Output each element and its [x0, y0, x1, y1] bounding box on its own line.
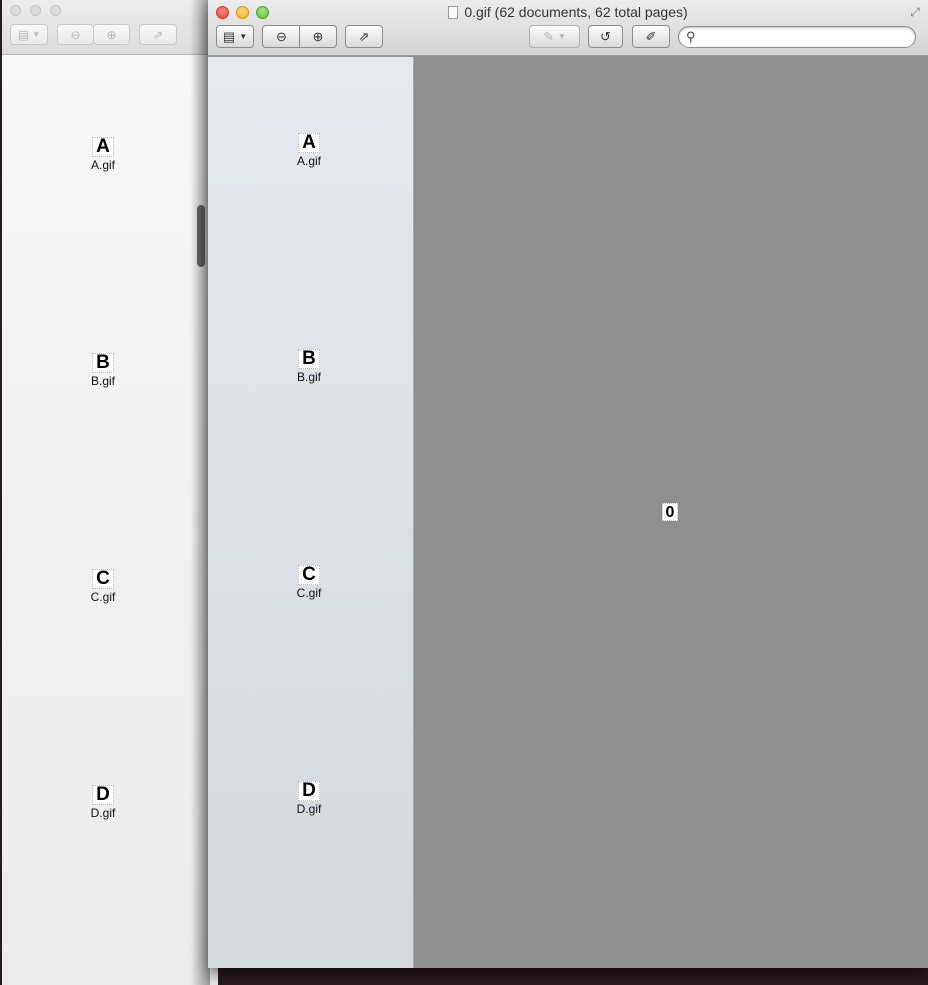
background-window[interactable]: ▤ ▼ ⊖ ⊕ ⇗ A A.gif B B.gif C C.gif D D.gif [2, 0, 218, 985]
thumbnail-item[interactable]: D D.gif [48, 785, 158, 820]
fullscreen-icon: ⤢ [910, 5, 920, 19]
zoom-out-button[interactable]: ⊖ [57, 24, 94, 45]
document-page: 0 [662, 503, 678, 521]
edit-icon: ✐ [645, 28, 657, 44]
zoom-out-icon: ⊖ [70, 27, 81, 42]
document-icon [448, 6, 459, 19]
share-icon: ⇗ [152, 27, 164, 42]
thumbnail-image: B [92, 353, 114, 373]
window-title-area: 0.gif (62 documents, 62 total pages) [208, 4, 928, 20]
thumbnail-image: B [298, 349, 320, 369]
thumbnail-item[interactable]: A A.gif [48, 137, 158, 172]
thumbnail-item[interactable]: C C.gif [254, 565, 364, 600]
fullscreen-button[interactable]: ⤢ [908, 5, 922, 19]
thumbnail-image: C [92, 569, 114, 589]
background-toolbar: ▤ ▼ ⊖ ⊕ ⇗ [2, 0, 218, 55]
rotate-button[interactable]: ↺ [588, 25, 623, 48]
sidebar-toggle-button[interactable]: ▤ ▼ [10, 24, 48, 45]
titlebar: 0.gif (62 documents, 62 total pages) ⤢ ▤… [208, 0, 928, 56]
thumbnail-label: D.gif [296, 802, 322, 816]
zoom-out-button[interactable]: ⊖ [262, 25, 300, 48]
thumbnail-label: C.gif [90, 590, 116, 604]
zoom-out-icon: ⊖ [276, 28, 287, 44]
search-field[interactable]: ⚲ [678, 26, 916, 48]
main-window[interactable]: 0.gif (62 documents, 62 total pages) ⤢ ▤… [208, 0, 928, 968]
zoom-in-icon: ⊕ [106, 27, 117, 42]
thumbnail-item[interactable]: B B.gif [48, 353, 158, 388]
thumbnail-image: A [92, 137, 114, 157]
document-view[interactable]: 0 [414, 57, 928, 968]
share-button[interactable]: ⇗ [345, 25, 383, 48]
window-shadow [190, 0, 210, 985]
thumbnail-item[interactable]: D D.gif [254, 781, 364, 816]
thumbnail-label: A.gif [296, 154, 321, 168]
thumbnail-item[interactable]: A A.gif [254, 133, 364, 168]
thumbnail-label: B.gif [90, 374, 115, 388]
thumbnail-label: B.gif [296, 370, 321, 384]
thumbnail-image: D [92, 785, 114, 805]
search-icon: ⚲ [686, 29, 696, 44]
chevron-down-icon: ▼ [239, 32, 248, 41]
thumbnail-item[interactable]: C C.gif [48, 569, 158, 604]
thumbnail-image: A [298, 133, 320, 153]
thumbnail-label: C.gif [296, 586, 322, 600]
sidebar-toggle-icon: ▤ [17, 27, 30, 42]
thumbnail-item[interactable]: B B.gif [254, 349, 364, 384]
thumbnail-sidebar: A A.gif B B.gif C C.gif D D.gif [208, 57, 414, 968]
zoom-button-inactive[interactable] [50, 5, 61, 16]
sidebar-toggle-icon: ▤ [222, 28, 236, 44]
share-button[interactable]: ⇗ [139, 24, 177, 45]
search-input[interactable] [703, 28, 912, 48]
background-sidebar: A A.gif B B.gif C C.gif D D.gif [2, 55, 218, 985]
thumbnail-image: C [298, 565, 320, 585]
window-title: 0.gif (62 documents, 62 total pages) [464, 4, 688, 20]
sidebar-toggle-button[interactable]: ▤ ▼ [216, 25, 254, 48]
zoom-in-button[interactable]: ⊕ [93, 24, 130, 45]
markup-button[interactable]: ✎ ▼ [529, 25, 580, 48]
share-icon: ⇗ [358, 28, 370, 44]
edit-button[interactable]: ✐ [632, 25, 670, 48]
close-button-inactive[interactable] [10, 5, 21, 16]
chevron-down-icon: ▼ [557, 32, 566, 41]
thumbnail-label: D.gif [90, 806, 116, 820]
thumbnail-label: A.gif [90, 158, 115, 172]
pen-icon: ✎ [543, 28, 554, 44]
thumbnail-image: D [298, 781, 320, 801]
rotate-icon: ↺ [600, 28, 611, 44]
chevron-down-icon: ▼ [32, 30, 41, 39]
minimize-button-inactive[interactable] [30, 5, 41, 16]
zoom-in-button[interactable]: ⊕ [300, 25, 337, 48]
zoom-in-icon: ⊕ [312, 28, 324, 44]
